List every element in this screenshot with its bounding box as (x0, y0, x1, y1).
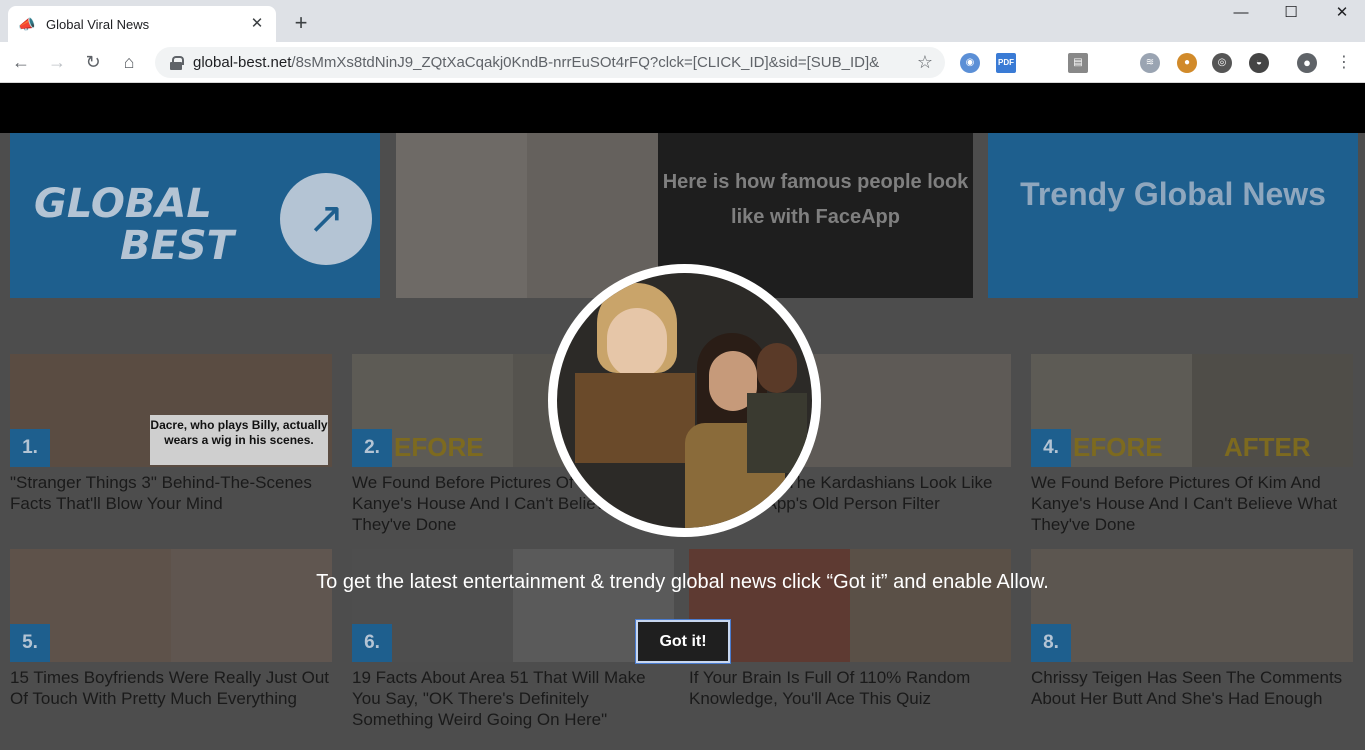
close-tab-icon[interactable]: ✕ (248, 15, 266, 33)
layers-extension-icon[interactable]: ≋ (1140, 53, 1160, 73)
article-card[interactable]: EFORE AFTER 4. We Found Before Pictures … (1031, 354, 1353, 535)
trendy-global-news-banner[interactable]: Trendy Global News (988, 133, 1358, 298)
article-number: 4. (1031, 429, 1071, 467)
trendy-banner-text: Trendy Global News (1020, 176, 1326, 212)
clapper-extension-icon[interactable]: ▤ (1068, 53, 1088, 73)
article-title[interactable]: "Stranger Things 3" Behind-The-Scenes Fa… (10, 472, 332, 514)
url-text[interactable]: global-best.net/8sMmXs8tdNinJ9_ZQtXaCqak… (193, 54, 903, 71)
thumbnail-caption: EFORE (1073, 432, 1163, 462)
article-number: 5. (10, 624, 50, 662)
got-it-button[interactable]: Got it! (636, 620, 730, 663)
tab-title: Global Viral News (46, 16, 150, 32)
global-best-logo-banner[interactable]: GLOBAL BEST ↗ (10, 133, 380, 298)
thumbnail-caption: Dacre, who plays Billy, actually wears a… (150, 415, 328, 465)
article-thumbnail: 5. (10, 549, 332, 662)
forward-button[interactable]: → (45, 50, 69, 74)
article-title[interactable]: If Your Brain Is Full Of 110% Random Kno… (689, 667, 1011, 709)
trending-arrow-icon: ↗ (280, 173, 372, 265)
back-button[interactable]: ← (9, 50, 33, 74)
extension-globe-icon[interactable]: ◉ (960, 53, 980, 73)
url-host: global-best.net (193, 54, 292, 71)
thumbnail-caption: AFTER (1224, 432, 1311, 462)
article-number: 2. (352, 429, 392, 467)
article-number: 1. (10, 429, 50, 467)
article-thumbnail: EFORE AFTER 4. (1031, 354, 1353, 467)
minimize-button[interactable]: — (1218, 2, 1264, 24)
bookmark-star-icon[interactable]: ☆ (917, 52, 933, 73)
close-window-button[interactable]: ✕ (1319, 2, 1365, 24)
celebrity-circle-photo (548, 264, 821, 537)
thumbnail-caption: EFORE (394, 432, 484, 462)
article-thumbnail: 7. (689, 549, 1011, 662)
menu-kebab-icon[interactable]: ⋮ (1334, 53, 1354, 73)
compass-extension-icon[interactable]: ◎ (1212, 53, 1232, 73)
browser-toolbar: ← → ↻ ⌂ global-best.net/8sMmXs8tdNinJ9_Z… (0, 42, 1365, 83)
faceapp-banner-text: Here is how famous people look like with… (662, 171, 969, 228)
new-tab-button[interactable]: + (288, 10, 314, 36)
account-avatar-icon[interactable]: ● (1297, 53, 1317, 73)
article-number: 8. (1031, 624, 1071, 662)
article-thumbnail: Dacre, who plays Billy, actually wears a… (10, 354, 332, 467)
reload-button[interactable]: ↻ (81, 50, 105, 74)
ariana-faceapp-image[interactable] (396, 133, 658, 298)
megaphone-icon: 📣 (18, 15, 36, 32)
address-bar[interactable]: global-best.net/8sMmXs8tdNinJ9_ZQtXaCqak… (155, 47, 945, 78)
bag-extension-icon[interactable]: ● (1177, 53, 1197, 73)
notification-prompt-message: To get the latest entertainment & trendy… (316, 571, 1049, 593)
article-title[interactable]: We Found Before Pictures Of Kim And Kany… (1031, 472, 1353, 535)
article-number: 6. (352, 624, 392, 662)
mask-extension-icon[interactable]: ◒ (1249, 53, 1269, 73)
article-title[interactable]: Chrissy Teigen Has Seen The Comments Abo… (1031, 667, 1353, 709)
url-path: /8sMmXs8tdNinJ9_ZQtXaCqakj0KndB-nrrEuSOt… (291, 54, 880, 71)
pdf-extension-icon[interactable]: PDF (996, 53, 1016, 73)
article-title[interactable]: 19 Facts About Area 51 That Will Make Yo… (352, 667, 674, 730)
browser-tab[interactable]: 📣 Global Viral News ✕ (8, 6, 276, 42)
tab-strip: 📣 Global Viral News ✕ + — ☐ ✕ (0, 0, 1365, 42)
top-black-bar (0, 83, 1365, 133)
maximize-button[interactable]: ☐ (1268, 2, 1314, 24)
article-thumbnail: 8. (1031, 549, 1353, 662)
article-title[interactable]: 15 Times Boyfriends Were Really Just Out… (10, 667, 332, 709)
logo-text: GLOBAL BEST (34, 181, 234, 269)
article-card[interactable]: Dacre, who plays Billy, actually wears a… (10, 354, 332, 514)
lock-icon (169, 55, 184, 70)
home-button[interactable]: ⌂ (117, 50, 141, 74)
page-content: GLOBAL BEST ↗ Here is how famous people l… (0, 83, 1365, 750)
article-thumbnail: 6. (352, 549, 674, 662)
